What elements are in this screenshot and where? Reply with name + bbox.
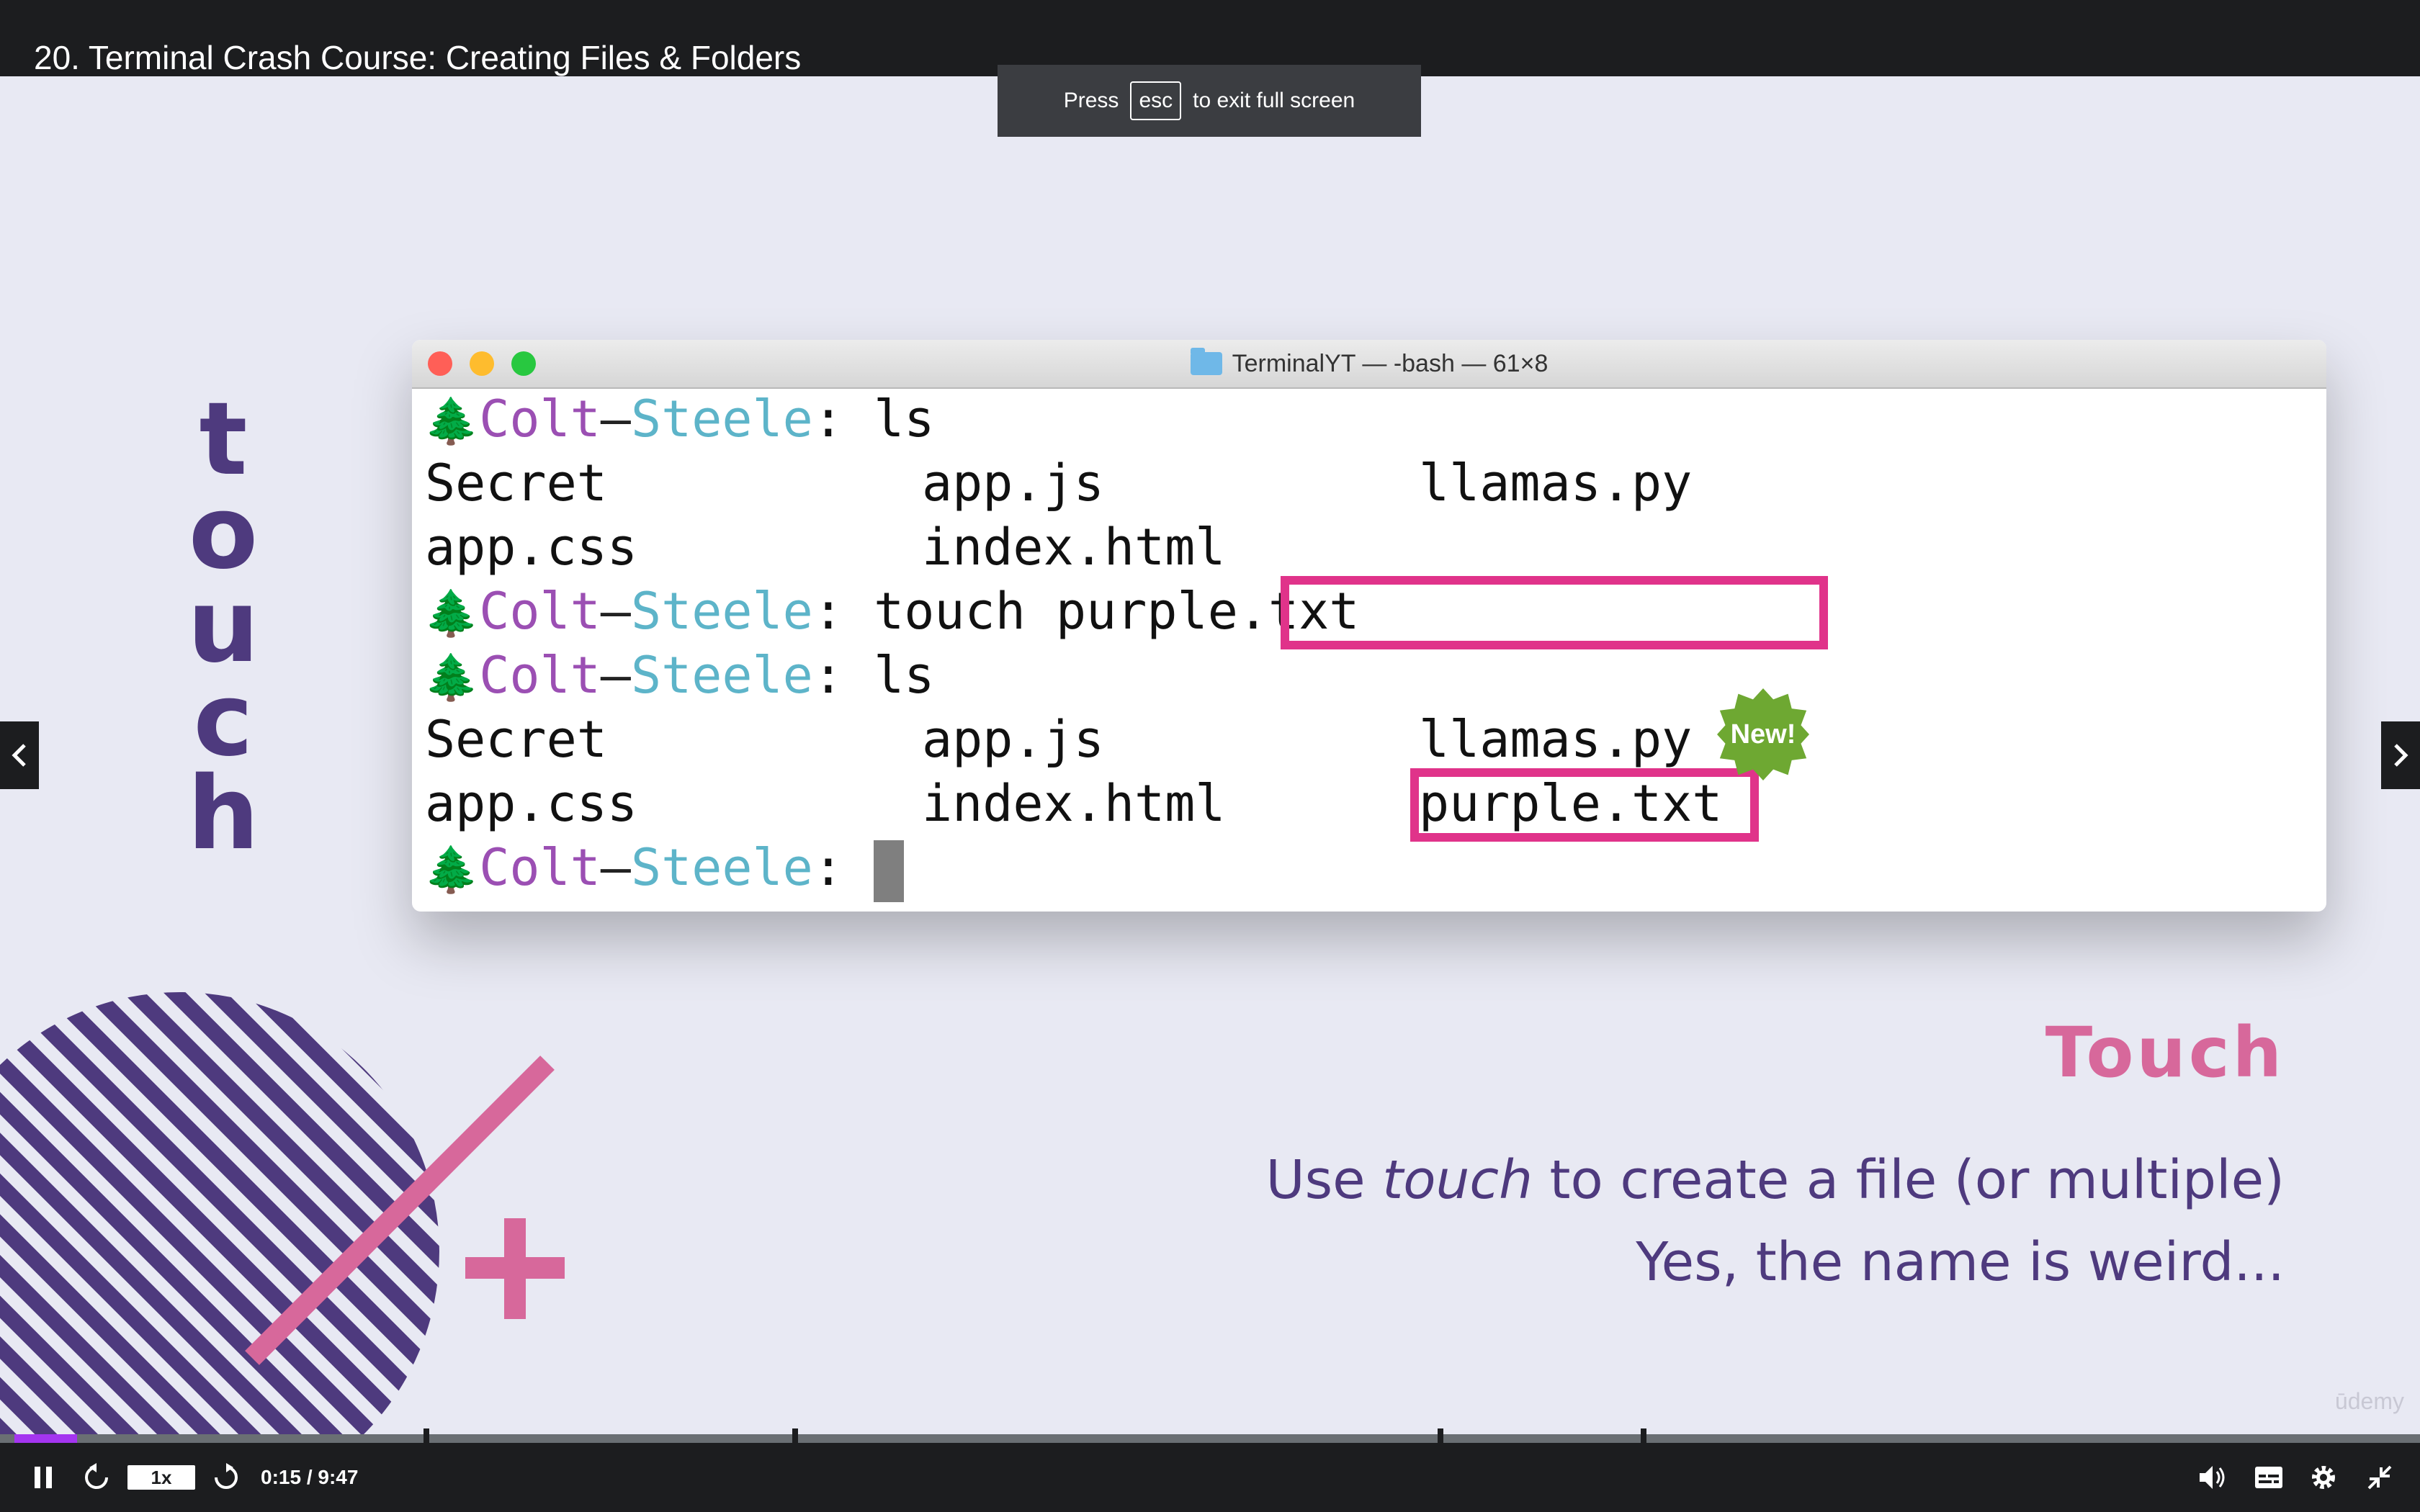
exit-fullscreen-button[interactable] bbox=[2358, 1443, 2401, 1512]
progress-chapter-marker bbox=[1641, 1428, 1646, 1444]
volume-button[interactable] bbox=[2192, 1443, 2233, 1512]
new-file-highlight bbox=[1410, 768, 1759, 842]
video-slide[interactable]: touch TerminalYT — -bash — 61×8 🌲Colt–St… bbox=[0, 76, 2420, 1437]
terminal-prompt-line: 🌲Colt–Steele: ls bbox=[424, 646, 935, 705]
progress-chapter-marker bbox=[792, 1428, 798, 1444]
folder-icon bbox=[1190, 348, 1222, 375]
chevron-left-icon bbox=[12, 744, 26, 767]
time-display: 0:15 / 9:47 bbox=[261, 1466, 359, 1488]
pause-button[interactable] bbox=[22, 1443, 65, 1512]
listing-row: app.css index.html bbox=[425, 518, 1226, 577]
chevron-right-icon bbox=[2394, 744, 2408, 767]
listing-row: app.css index.html purple.txt bbox=[424, 772, 2315, 836]
touch-command-highlight bbox=[1281, 576, 1828, 649]
listing-row: Secret app.js llamas.py bbox=[425, 710, 1693, 769]
forward-button[interactable] bbox=[205, 1443, 248, 1512]
tree-icon: 🌲 bbox=[424, 395, 480, 447]
terminal-window: TerminalYT — -bash — 61×8 🌲Colt–Steele: … bbox=[412, 340, 2326, 912]
vertical-word-touch: touch bbox=[187, 381, 259, 873]
lecture-title: 20. Terminal Crash Course: Creating File… bbox=[34, 39, 802, 76]
terminal-prompt-line: 🌲Colt–Steele: ls bbox=[424, 390, 935, 449]
next-lecture-button[interactable] bbox=[2381, 721, 2420, 789]
previous-lecture-button[interactable] bbox=[0, 721, 39, 789]
terminal-titlebar: TerminalYT — -bash — 61×8 bbox=[412, 340, 2326, 389]
tree-icon: 🌲 bbox=[424, 587, 480, 639]
settings-gear-icon bbox=[2312, 1466, 2335, 1489]
volume-icon bbox=[2200, 1466, 2225, 1489]
terminal-title: TerminalYT — -bash — 61×8 bbox=[412, 340, 2326, 387]
terminal-prompt-line: 🌲Colt–Steele: touch purple.txt bbox=[424, 582, 1360, 641]
progress-bar[interactable] bbox=[0, 1428, 2420, 1444]
terminal-cursor bbox=[874, 840, 905, 902]
settings-button[interactable] bbox=[2302, 1443, 2345, 1512]
player-controls: 1x 0:15 / 9:47 bbox=[0, 1443, 2420, 1512]
pause-icon bbox=[35, 1467, 52, 1488]
progress-chapter-marker bbox=[424, 1428, 429, 1444]
listing-row: Secret app.js llamas.py bbox=[425, 454, 1693, 513]
rewind-button[interactable] bbox=[75, 1443, 118, 1512]
forward-5-icon bbox=[215, 1463, 238, 1489]
slide-heading: Touch bbox=[2045, 1012, 2285, 1093]
exit-fullscreen-icon bbox=[2367, 1465, 2392, 1490]
captions-button[interactable] bbox=[2247, 1443, 2290, 1512]
slide-description-line1: Use touch to create a file (or multiple) bbox=[1265, 1149, 2285, 1211]
progress-fill bbox=[14, 1434, 77, 1443]
pink-slash-decoration bbox=[245, 1056, 565, 1365]
esc-key-label: esc bbox=[1130, 81, 1182, 120]
command-text: ls bbox=[874, 646, 935, 705]
tree-icon: 🌲 bbox=[424, 843, 480, 896]
fullscreen-toast: Press esc to exit full screen bbox=[998, 65, 1421, 137]
terminal-prompt-line: 🌲Colt–Steele: bbox=[424, 836, 905, 902]
playback-speed-button[interactable]: 1x bbox=[124, 1443, 199, 1512]
tree-icon: 🌲 bbox=[424, 651, 480, 703]
progress-chapter-marker bbox=[1438, 1428, 1443, 1444]
command-text: ls bbox=[874, 390, 935, 449]
rewind-5-icon bbox=[85, 1463, 108, 1489]
udemy-watermark: ūdemy bbox=[2334, 1388, 2404, 1414]
captions-icon bbox=[2255, 1467, 2282, 1488]
slide-description-line2: Yes, the name is weird... bbox=[1636, 1231, 2285, 1293]
